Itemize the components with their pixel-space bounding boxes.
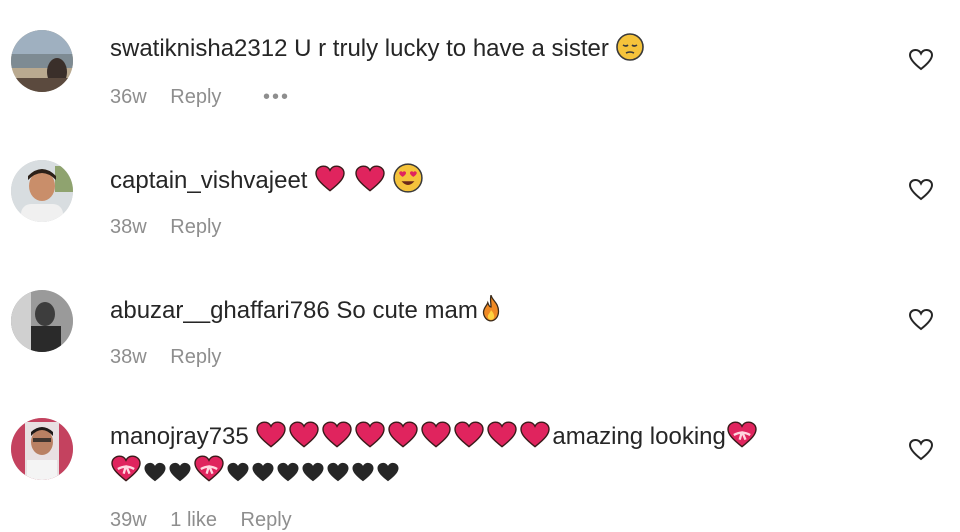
avatar[interactable] — [11, 290, 73, 352]
comment-time: 36w — [110, 86, 147, 108]
heart-with-ribbon-icon — [194, 455, 224, 482]
reply-button[interactable]: Reply — [241, 509, 292, 531]
like-heart-icon[interactable] — [908, 308, 934, 332]
comment-body: amazing looking — [552, 423, 726, 450]
comment-body: U r truly lucky to have a sister — [294, 35, 609, 62]
black-heart-icon — [327, 462, 349, 482]
pensive-face-icon — [615, 33, 644, 61]
more-options-button[interactable]: ••• — [263, 86, 290, 108]
red-heart-icon — [520, 421, 551, 448]
emoji-group — [726, 421, 759, 450]
red-heart-icon — [322, 421, 353, 448]
comment-body: So cute mam — [336, 297, 478, 324]
username-link[interactable]: swatiknisha2312 — [110, 35, 287, 62]
red-heart-icon — [421, 421, 452, 448]
heart-eyes-face-icon — [393, 163, 424, 193]
comment-time: 38w — [110, 216, 147, 238]
red-heart-icon — [355, 421, 386, 448]
avatar-photo-icon — [11, 160, 73, 222]
comment-text: abuzar__ghaffari786 So cute mam — [110, 293, 505, 326]
comment-text: swatiknisha2312 U r truly lucky to have … — [110, 33, 645, 64]
username-link[interactable]: manojray735 — [110, 423, 249, 450]
red-heart-icon — [315, 165, 345, 192]
avatar[interactable] — [11, 160, 73, 222]
comment-time: 38w — [110, 346, 147, 368]
avatar-photo-icon — [11, 418, 73, 480]
avatar-photo-icon — [11, 30, 73, 92]
like-heart-icon[interactable] — [908, 178, 934, 202]
black-heart-icon — [169, 462, 191, 482]
reply-button[interactable]: Reply — [170, 346, 221, 368]
comment-meta: 39w 1 like Reply — [110, 508, 310, 532]
like-heart-icon[interactable] — [908, 48, 934, 72]
black-heart-icon — [252, 462, 274, 482]
red-heart-icon — [388, 421, 419, 448]
black-heart-icon — [144, 462, 166, 482]
reply-button[interactable]: Reply — [170, 86, 221, 108]
red-heart-icon — [355, 165, 385, 192]
reply-button[interactable]: Reply — [170, 216, 221, 238]
red-heart-icon — [454, 421, 485, 448]
comment-meta: 36w Reply ••• — [110, 85, 308, 109]
black-heart-icon — [377, 462, 399, 482]
black-heart-icon — [277, 462, 299, 482]
heart-with-ribbon-icon — [727, 421, 757, 448]
avatar[interactable] — [11, 418, 73, 480]
comment-text: manojray735 amazing looking — [110, 421, 759, 452]
red-heart-icon — [289, 421, 320, 448]
fire-icon — [482, 294, 499, 322]
avatar-photo-icon — [11, 290, 73, 352]
black-heart-icon — [352, 462, 374, 482]
like-heart-icon[interactable] — [908, 438, 934, 462]
comment-text: captain_vishvajeet — [110, 163, 424, 196]
comment-meta: 38w Reply — [110, 215, 239, 239]
black-heart-icon — [227, 462, 249, 482]
emoji-group — [255, 421, 552, 450]
comment-time: 39w — [110, 509, 147, 531]
comment-meta: 38w Reply — [110, 345, 239, 369]
like-count-link[interactable]: 1 like — [170, 509, 217, 531]
heart-with-ribbon-icon — [111, 455, 141, 482]
black-heart-icon — [302, 462, 324, 482]
comment-text-line2 — [110, 455, 401, 486]
username-link[interactable]: abuzar__ghaffari786 — [110, 297, 330, 324]
avatar[interactable] — [11, 30, 73, 92]
username-link[interactable]: captain_vishvajeet — [110, 167, 307, 194]
red-heart-icon — [256, 421, 287, 448]
red-heart-icon — [487, 421, 518, 448]
